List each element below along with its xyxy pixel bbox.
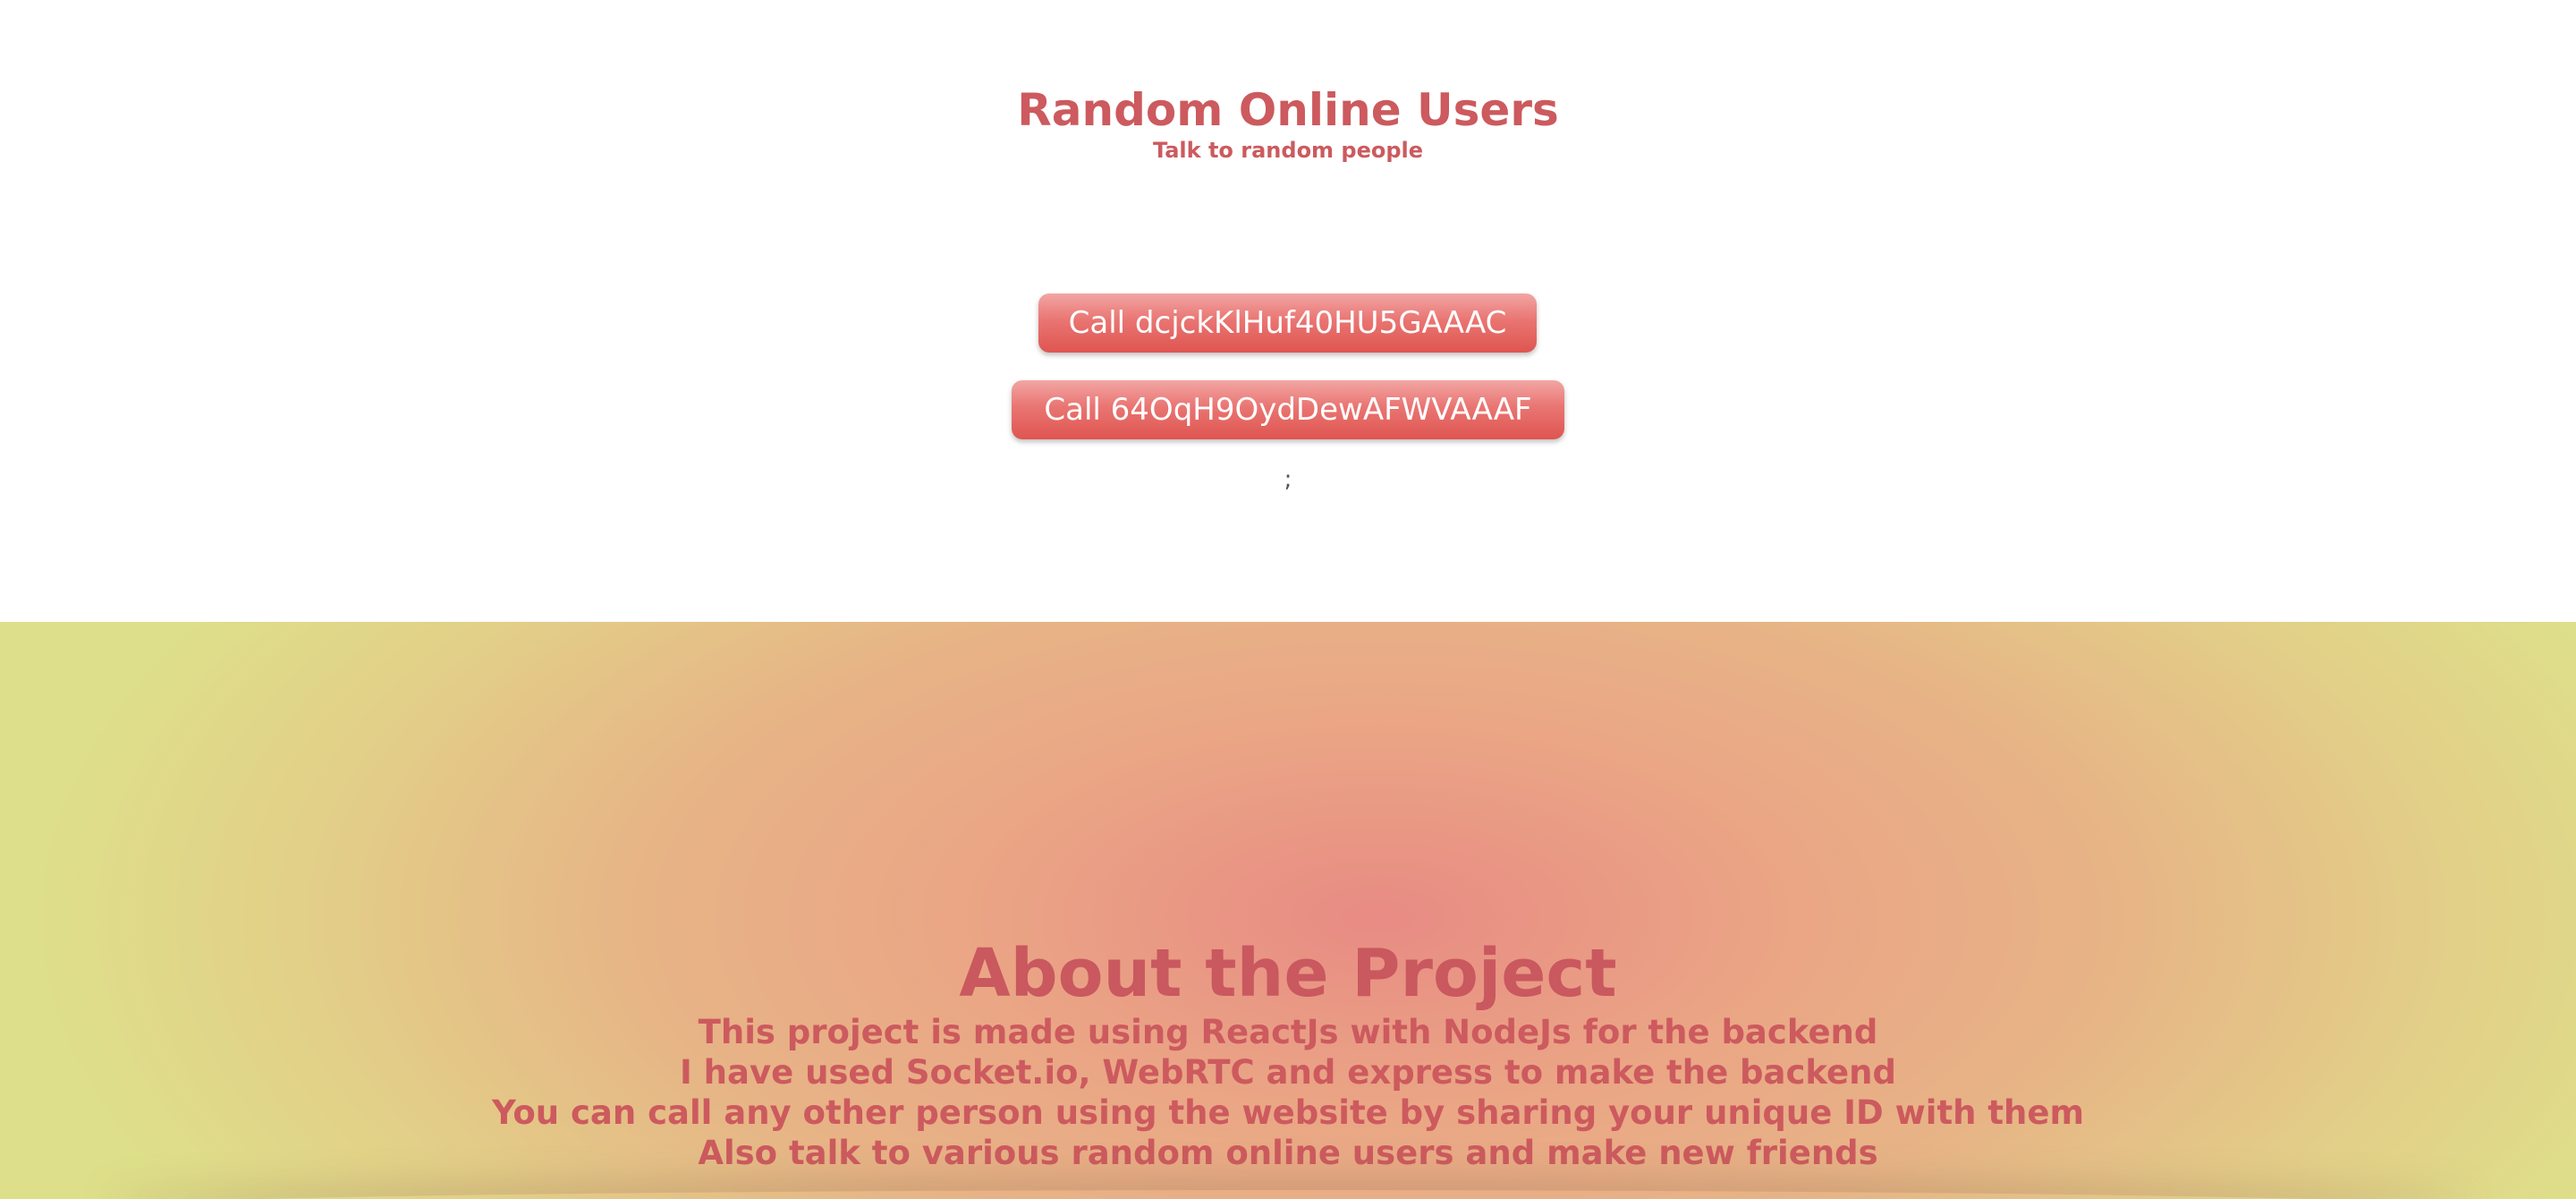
about-line: I have used Socket.io, WebRTC and expres… <box>680 1053 1896 1092</box>
page-subtitle: Talk to random people <box>1152 138 1424 163</box>
call-user-button[interactable]: Call dcjckKlHuf40HU5GAAAC <box>1038 293 1537 353</box>
page: Random Online Users Talk to random peopl… <box>0 0 2576 1199</box>
about-description: This project is made using ReactJs with … <box>0 1012 2576 1173</box>
online-users-section: Random Online Users Talk to random peopl… <box>0 0 2576 622</box>
about-title: About the Project <box>959 935 1617 1012</box>
about-line: You can call any other person using the … <box>491 1093 2085 1132</box>
stray-text: ; <box>1284 466 1292 493</box>
about-line: Also talk to various random online users… <box>698 1134 1878 1172</box>
page-title: Random Online Users <box>1017 84 1559 136</box>
about-section: About the Project This project is made u… <box>0 622 2576 1199</box>
about-line: This project is made using ReactJs with … <box>698 1013 1878 1051</box>
call-user-button[interactable]: Call 64OqH9OydDewAFWVAAAF <box>1012 380 1564 439</box>
